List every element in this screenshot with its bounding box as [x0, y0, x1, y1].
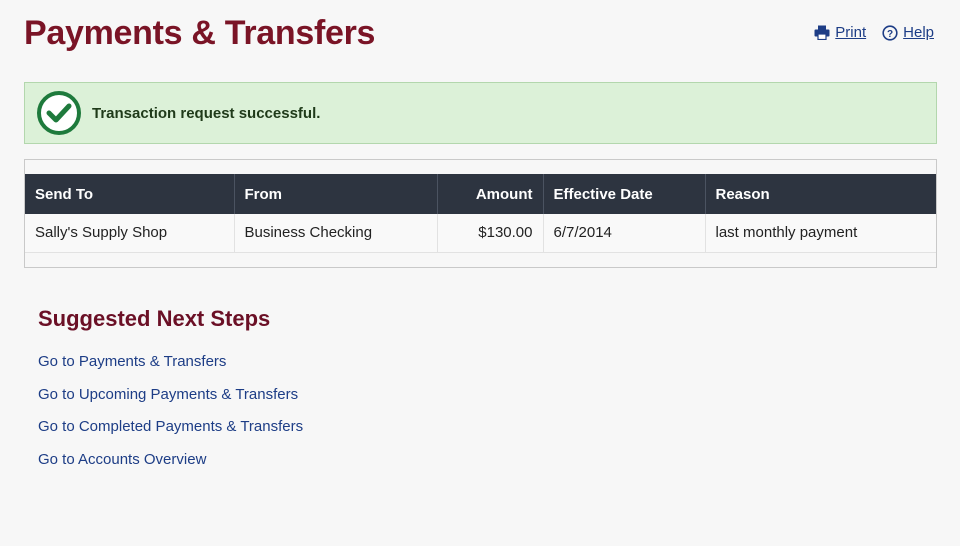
column-header-effective-date: Effective Date: [543, 174, 706, 214]
cell-effective-date: 6/7/2014: [543, 214, 706, 252]
print-label: Print: [835, 24, 867, 41]
payments-transfers-link[interactable]: Go to Payments & Transfers: [38, 353, 226, 370]
cell-reason: last monthly payment: [715, 224, 858, 242]
list-item: Go to Payments & Transfers: [38, 353, 303, 386]
print-link[interactable]: Print: [814, 24, 866, 41]
help-icon: ?: [882, 24, 898, 41]
help-link[interactable]: ? Help: [882, 24, 934, 41]
column-header-from: From: [234, 174, 438, 214]
table-row: Sally's Supply Shop Business Checking $1…: [25, 214, 936, 252]
page-title: Payments & Transfers: [24, 14, 376, 52]
table-header-row: Send To From Amount Effective Date Reaso…: [25, 174, 936, 214]
transaction-table-panel: Send To From Amount Effective Date Reaso…: [24, 159, 937, 268]
success-alert: Transaction request successful.: [24, 82, 937, 144]
upcoming-payments-link[interactable]: Go to Upcoming Payments & Transfers: [38, 386, 298, 403]
cell-send-to: Sally's Supply Shop: [25, 214, 235, 252]
column-header-send-to: Send To: [25, 174, 235, 214]
completed-payments-link[interactable]: Go to Completed Payments & Transfers: [38, 418, 303, 435]
check-circle-icon: [37, 91, 81, 135]
top-links: Print ? Help: [814, 24, 934, 41]
column-header-amount: Amount: [437, 174, 544, 214]
list-item: Go to Completed Payments & Transfers: [38, 418, 303, 451]
printer-icon: [814, 25, 830, 40]
cell-from: Business Checking: [234, 214, 438, 252]
next-steps-list: Go to Payments & Transfers Go to Upcomin…: [38, 353, 303, 483]
transaction-table: Send To From Amount Effective Date Reaso…: [25, 174, 936, 253]
list-item: Go to Upcoming Payments & Transfers: [38, 386, 303, 419]
page: Payments & Transfers Print ? Help Transa…: [0, 0, 960, 546]
accounts-overview-link[interactable]: Go to Accounts Overview: [38, 451, 206, 468]
column-header-reason: Reason: [715, 185, 770, 203]
cell-amount: $130.00: [437, 214, 544, 252]
list-item: Go to Accounts Overview: [38, 451, 303, 484]
svg-text:?: ?: [887, 29, 893, 40]
help-label: Help: [903, 24, 934, 41]
alert-message: Transaction request successful.: [92, 104, 321, 122]
next-steps-heading: Suggested Next Steps: [38, 306, 271, 331]
